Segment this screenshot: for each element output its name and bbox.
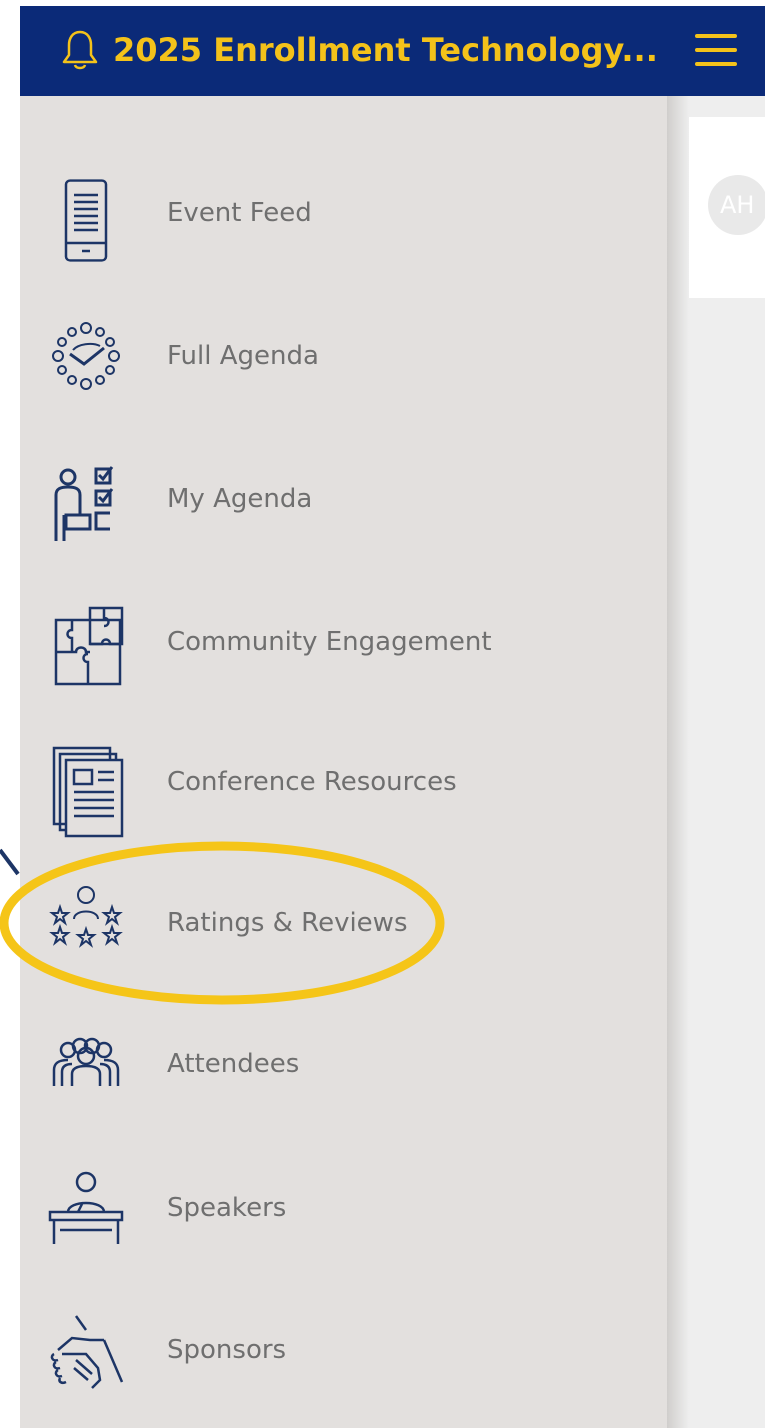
bell-icon[interactable] [60, 28, 100, 72]
tablet-feed-icon [64, 179, 108, 262]
sidebar-item-my-agenda[interactable]: My Agenda [20, 449, 667, 549]
sidebar-item-event-feed[interactable]: Event Feed [20, 163, 667, 263]
group-people-icon [52, 1037, 120, 1086]
documents-icon [52, 746, 124, 838]
sidebar-item-conference-resources[interactable]: Conference Resources [20, 732, 667, 838]
speaker-podium-icon [48, 1171, 124, 1244]
hamburger-menu-icon[interactable] [695, 30, 739, 70]
sidebar-item-speakers[interactable]: Speakers [20, 1158, 667, 1258]
sidebar-item-label: My Agenda [167, 484, 313, 514]
puzzle-icon [54, 606, 124, 686]
handshake-icon [50, 1315, 124, 1389]
sidebar-item-label: Full Agenda [167, 341, 319, 371]
sidebar-item-label: Attendees [167, 1049, 300, 1079]
sidebar-shadow [667, 96, 689, 1428]
sidebar-item-sponsors[interactable]: Sponsors [20, 1300, 667, 1400]
sidebar-item-ratings-reviews[interactable]: Ratings & Reviews [20, 873, 667, 973]
sidebar-item-label: Sponsors [167, 1335, 287, 1365]
page-title: 2025 Enrollment Technology... [113, 31, 658, 69]
avatar[interactable]: AH [708, 175, 765, 235]
sidebar-item-label: Event Feed [167, 198, 312, 228]
clock-agenda-icon [52, 322, 120, 390]
sidebar-item-label: Conference Resources [167, 767, 457, 797]
sidebar-item-label: Speakers [167, 1193, 287, 1223]
person-stars-icon [49, 886, 123, 948]
sidebar-item-community-engagement[interactable]: Community Engagement [20, 592, 667, 692]
sidebar-item-attendees[interactable]: Attendees [20, 1014, 667, 1114]
app-header: 2025 Enrollment Technology... [20, 6, 765, 96]
sidebar-item-full-agenda[interactable]: Full Agenda [20, 306, 667, 406]
sidebar-item-label: Community Engagement [167, 627, 492, 657]
sidebar-item-label: Ratings & Reviews [167, 908, 408, 938]
person-checklist-icon [54, 466, 114, 541]
